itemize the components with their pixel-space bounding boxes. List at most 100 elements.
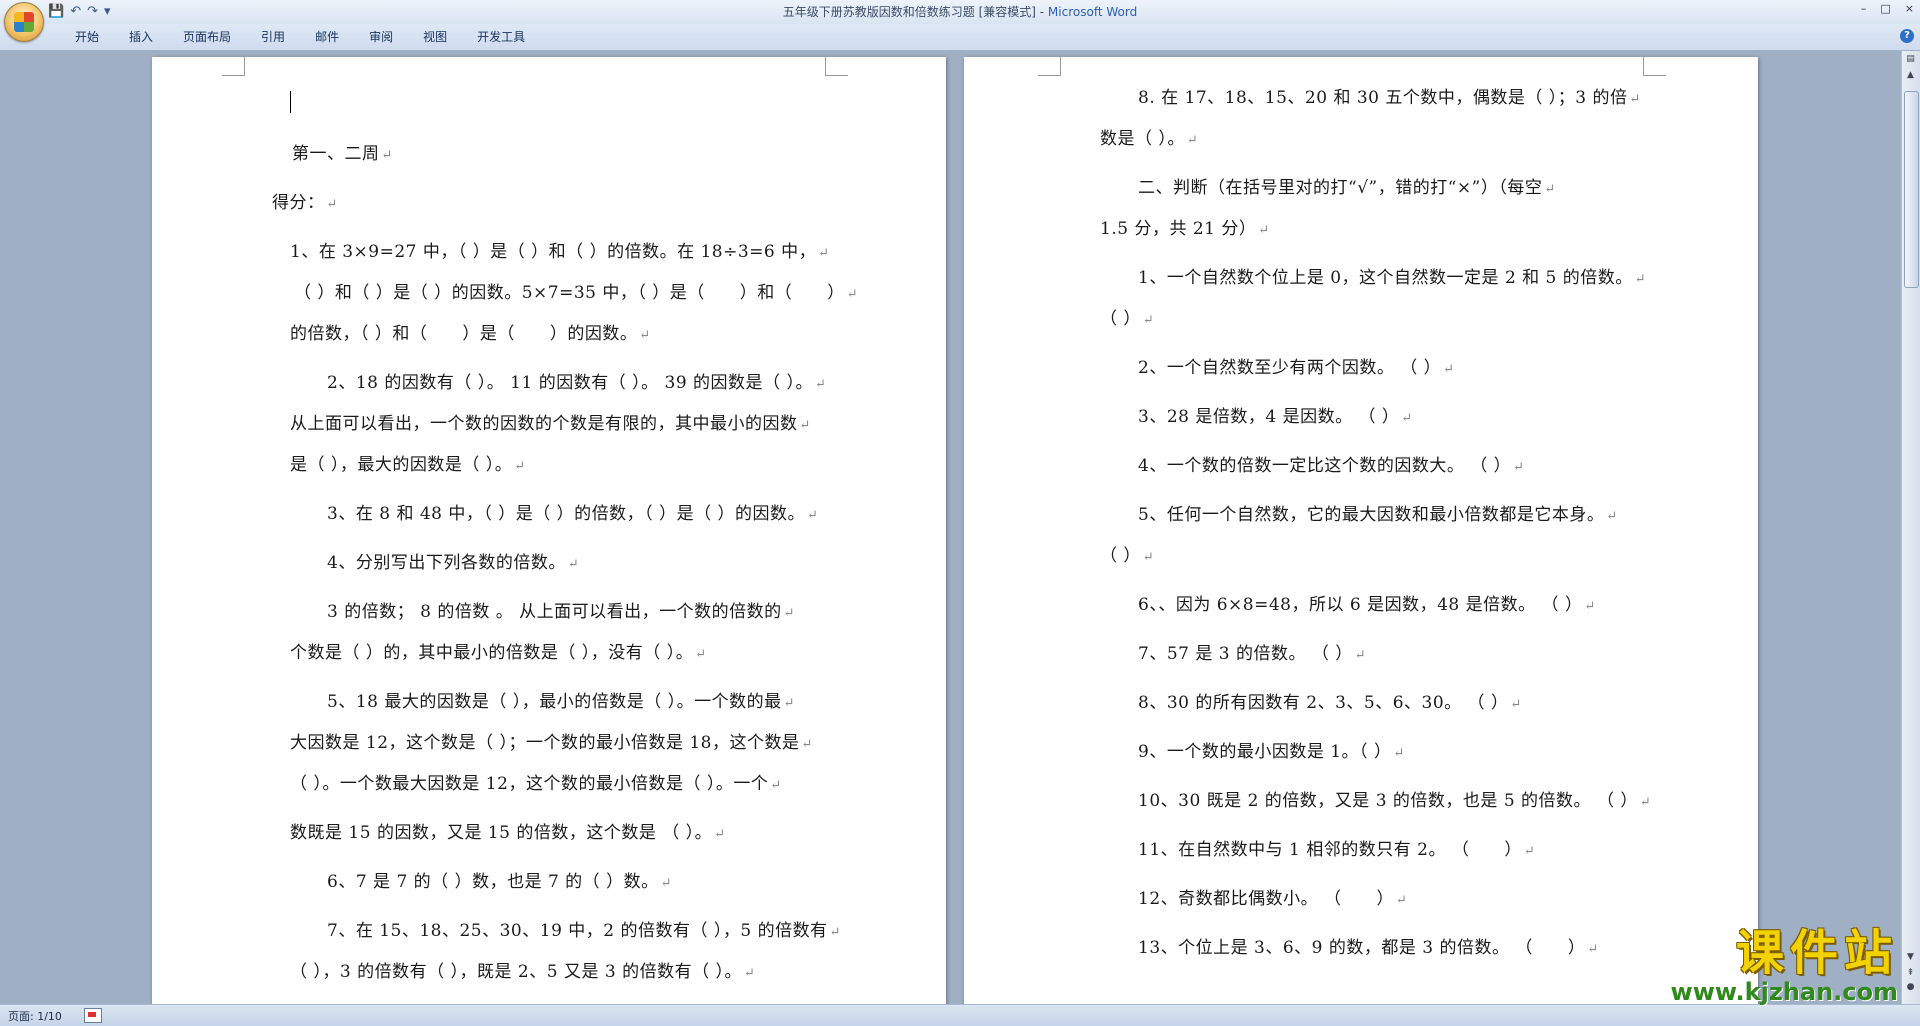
crop-mark <box>222 57 245 76</box>
document-workspace: 第一、二周 ↵ 得分： ↵ 1、在 3×9=27 中，（ ）是（ ）和（ ）的倍数。在 … <box>0 51 1902 1004</box>
paragraph-mark-icon: ↵ <box>770 778 782 793</box>
window-controls: – □ × <box>1861 2 1914 15</box>
paragraph-mark-icon: ↵ <box>807 508 819 523</box>
paragraph-line: 3 的倍数； 8 的倍数 。 从上面可以看出，一个数的倍数的 ↵ <box>327 597 795 622</box>
watermark: 课件站 www.kjzhan.com <box>1671 927 1898 1005</box>
tab-0[interactable]: 开始 <box>60 29 114 45</box>
line-text: 9、一个数的最小因数是 1。（ ） <box>1138 742 1392 762</box>
minimize-button[interactable]: – <box>1861 2 1867 15</box>
line-text: 11、在自然数中与 1 相邻的数只有 2。 （ ） <box>1138 840 1522 860</box>
tab-5[interactable]: 审阅 <box>354 29 408 45</box>
paragraph-line: 2、一个自然数至少有两个因数。 （ ） ↵ <box>1138 353 1455 378</box>
tab-7[interactable]: 开发工具 <box>462 29 540 45</box>
line-text: 大因数是 12，这个数是（ ）；一个数的最小倍数是 18，这个数是 <box>290 733 800 753</box>
paragraph-line: 是（ ），最大的因数是（ ）。 ↵ <box>290 450 526 475</box>
paragraph-mark-icon: ↵ <box>1587 942 1599 957</box>
paragraph-mark-icon: ↵ <box>567 557 580 572</box>
tab-2[interactable]: 页面布局 <box>168 29 246 45</box>
paragraph-line: （ ），3 的倍数有（ ），既是 2、5 又是 3 的倍数有（ ）。 ↵ <box>290 957 755 982</box>
line-text: 从上面可以看出，一个数的因数的个数是有限的，其中最小的因数 <box>290 414 798 434</box>
paragraph-line: 数既是 15 的因数，又是 15 的倍数，这个数是 （ ）。 ↵ <box>290 818 726 843</box>
scroll-down-icon[interactable]: ▼ <box>1904 951 1917 964</box>
paragraph-mark-icon: ↵ <box>1523 844 1536 859</box>
crop-mark <box>1038 57 1061 76</box>
tab-1[interactable]: 插入 <box>114 29 168 45</box>
line-text: 2、一个自然数至少有两个因数。 （ ） <box>1138 358 1442 378</box>
line-text: 3、28 是倍数，4 是因数。 （ ） <box>1138 407 1400 427</box>
paragraph-mark-icon: ↵ <box>846 287 859 302</box>
line-text: 个数是（ ）的，其中最小的倍数是（ ），没有（ ）。 <box>290 643 694 663</box>
paragraph-line: 1、在 3×9=27 中，（ ）是（ ）和（ ）的倍数。在 18÷3=6 中， ↵ <box>290 237 830 262</box>
paragraph-mark-icon: ↵ <box>783 606 796 621</box>
proofing-status-icon[interactable] <box>84 1008 102 1023</box>
maximize-button[interactable]: □ <box>1880 2 1890 15</box>
paragraph-line: 9、一个数的最小因数是 1。（ ） ↵ <box>1138 737 1405 762</box>
paragraph-mark-icon: ↵ <box>1584 599 1596 614</box>
paragraph-mark-icon: ↵ <box>714 827 726 842</box>
office-button[interactable] <box>4 2 44 42</box>
paragraph-mark-icon: ↵ <box>1544 182 1556 197</box>
line-text: 6、7 是 7 的（ ）数，也是 7 的（ ）数。 <box>327 872 659 892</box>
document-page-2[interactable]: 8. 在 17、18、15、20 和 30 五个数中，偶数是（ ）；3 的倍 ↵ 数… <box>964 57 1758 1004</box>
paragraph-line: 8. 在 17、18、15、20 和 30 五个数中，偶数是（ ）；3 的倍 ↵ <box>1138 83 1641 108</box>
help-icon[interactable]: ? <box>1900 29 1914 43</box>
line-text: 得分： <box>272 193 325 213</box>
paragraph-mark-icon: ↵ <box>514 459 526 474</box>
paragraph-line: 6、、因为 6×8=48，所以 6 是因数，48 是倍数。 （ ） ↵ <box>1138 590 1596 615</box>
browse-object-icon[interactable]: ● <box>1904 981 1917 994</box>
line-text: （ ）和（ ）是（ ）的因数。5×7=35 中，（ ）是（ ）和（ ） <box>294 283 845 303</box>
paragraph-mark-icon: ↵ <box>829 925 842 940</box>
line-text: 1.5 分，共 21 分） <box>1100 219 1257 239</box>
paragraph-mark-icon: ↵ <box>1629 92 1641 107</box>
paragraph-mark-icon: ↵ <box>1142 313 1155 328</box>
paragraph-line: （ ）和（ ）是（ ）的因数。5×7=35 中，（ ）是（ ）和（ ） ↵ <box>294 278 858 303</box>
document-page-1[interactable]: 第一、二周 ↵ 得分： ↵ 1、在 3×9=27 中，（ ）是（ ）和（ ）的倍数。在 … <box>152 57 946 1004</box>
text-cursor <box>290 91 291 113</box>
crop-mark <box>1643 57 1666 76</box>
line-text: （ ） <box>1100 546 1141 566</box>
scrollbar-thumb[interactable] <box>1904 91 1919 288</box>
page-indicator[interactable]: 页面: 1/10 <box>8 1008 62 1024</box>
ribbon-tabs: 开始 插入 页面布局 引用 邮件 审阅 视图 开发工具 <box>60 29 540 45</box>
paragraph-mark-icon: ↵ <box>1606 509 1618 524</box>
line-text: 数既是 15 的因数，又是 15 的倍数，这个数是 （ ）。 <box>290 823 713 843</box>
ruler-toggle-icon[interactable]: ▤ <box>1904 53 1917 66</box>
paragraph-mark-icon: ↵ <box>1258 223 1270 238</box>
paragraph-mark-icon: ↵ <box>814 377 827 392</box>
vertical-scrollbar[interactable]: ▤ ▲ ▼ ⇞ ● ⇟ <box>1901 51 1920 1004</box>
line-text: 10、30 既是 2 的倍数，又是 3 的倍数，也是 5 的倍数。 （ ） <box>1138 791 1638 811</box>
paragraph-line: 3、28 是倍数，4 是因数。 （ ） ↵ <box>1138 402 1413 427</box>
paragraph-line: 4、一个数的倍数一定比这个数的因数大。 （ ） ↵ <box>1138 451 1525 476</box>
watermark-url: www.kjzhan.com <box>1670 978 1898 1006</box>
paragraph-line: 6、7 是 7 的（ ）数，也是 7 的（ ）数。 ↵ <box>327 867 672 892</box>
window-title: 五年级下册苏教版因数和倍数练习题 [兼容模式] - Microsoft Word <box>0 3 1920 20</box>
line-text: 8. 在 17、18、15、20 和 30 五个数中，偶数是（ ）；3 的倍 <box>1138 88 1628 108</box>
paragraph-line: 得分： ↵ <box>272 188 338 213</box>
scroll-up-icon[interactable]: ▲ <box>1904 69 1917 82</box>
paragraph-line: 5、任何一个自然数，它的最大因数和最小倍数都是它本身。 ↵ <box>1138 500 1618 525</box>
status-bar: 页面: 1/10 <box>0 1004 1920 1026</box>
paragraph-line: 10、30 既是 2 的倍数，又是 3 的倍数，也是 5 的倍数。 （ ） ↵ <box>1138 786 1651 811</box>
paragraph-mark-icon: ↵ <box>1401 411 1413 426</box>
line-text: 4、分别写出下列各数的倍数。 <box>327 553 566 573</box>
paragraph-mark-icon: ↵ <box>1186 133 1199 148</box>
line-text: 第一、二周 <box>292 144 380 164</box>
paragraph-line: 大因数是 12，这个数是（ ）；一个数的最小倍数是 18，这个数是 ↵ <box>290 728 813 753</box>
paragraph-line: 12、奇数都比偶数小。 （ ） ↵ <box>1138 884 1407 909</box>
paragraph-line: 5、18 最大的因数是（ ），最小的倍数是（ ）。一个数的最 ↵ <box>327 687 795 712</box>
line-text: （ ） <box>1100 309 1141 329</box>
app-name: Microsoft Word <box>1047 5 1138 19</box>
close-button[interactable]: × <box>1905 2 1914 15</box>
paragraph-mark-icon: ↵ <box>1396 893 1408 908</box>
paragraph-line: 的倍数，（ ）和（ ）是（ ）的因数。 ↵ <box>290 319 651 344</box>
paragraph-mark-icon: ↵ <box>326 197 338 212</box>
paragraph-mark-icon: ↵ <box>1639 795 1652 810</box>
previous-page-icon[interactable]: ⇞ <box>1904 967 1917 980</box>
tab-4[interactable]: 邮件 <box>300 29 354 45</box>
document-title: 五年级下册苏教版因数和倍数练习题 [兼容模式] - <box>782 5 1048 19</box>
paragraph-mark-icon: ↵ <box>1354 648 1367 663</box>
tab-3[interactable]: 引用 <box>246 29 300 45</box>
line-text: 数是（ ）。 <box>1100 129 1185 149</box>
paragraph-mark-icon: ↵ <box>799 418 811 433</box>
tab-6[interactable]: 视图 <box>408 29 462 45</box>
